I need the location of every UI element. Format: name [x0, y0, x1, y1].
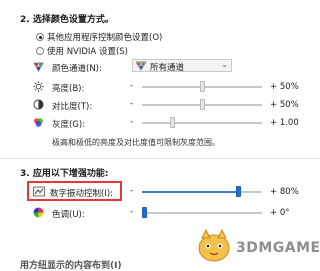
brightness-minus: - [130, 81, 134, 91]
contrast-slider-thumb[interactable] [199, 99, 205, 110]
gamma-track[interactable] [142, 122, 262, 124]
brightness-value: + 50% [270, 82, 299, 92]
vibrance-minus: - [130, 186, 134, 196]
radio-app-controlled-label[interactable]: 其他应用程序控制颜色设置(O) [47, 31, 162, 43]
vibrance-track-fill [142, 191, 238, 193]
hue-track[interactable] [142, 212, 262, 214]
vibrance-label: 数字振动控制(I): [50, 189, 114, 199]
gamma-label: 灰度(G): [52, 120, 86, 130]
brightness-slider-thumb[interactable] [199, 81, 205, 92]
section2-title: 2. 选择颜色设置方式。 [20, 15, 114, 25]
radio-nvidia-settings[interactable] [36, 47, 44, 55]
radio-nvidia-settings-label[interactable]: 使用 NVIDIA 设置(S) [47, 45, 128, 57]
chevron-down-icon: ⌄ [221, 60, 228, 69]
contrast-minus: - [130, 99, 134, 109]
all-channels-icon [136, 61, 146, 71]
color-channel-icon [33, 62, 44, 72]
gamma-minus: - [130, 117, 134, 127]
color-channel-value: 所有通道 [150, 63, 185, 73]
range-note: 极高和极低的亮度及对比度值可限制灰度范围。 [52, 138, 220, 147]
contrast-label: 对比度(T): [52, 102, 93, 112]
mascot-logo [198, 228, 230, 262]
hue-value: + 0° [270, 208, 290, 218]
hue-slider-thumb[interactable] [141, 207, 147, 218]
sun-icon [33, 81, 44, 92]
section3-title: 3. 应用以下增强功能: [20, 169, 109, 179]
hue-wheel-icon [33, 207, 44, 218]
watermark-text: 3DMGAME [236, 240, 320, 256]
rgb-circles-icon [34, 118, 43, 127]
hue-minus: - [130, 207, 134, 217]
hue-label: 色调(U): [52, 210, 85, 220]
radio-app-controlled[interactable] [36, 33, 44, 41]
vibrance-slider-thumb[interactable] [235, 186, 241, 197]
section4-title: 用方纽显示的内容布到(I) [20, 261, 122, 271]
color-channel-label: 颜色通道(N): [52, 64, 102, 74]
vibrance-value: + 80% [270, 187, 299, 197]
vibrance-icon [33, 186, 45, 197]
brightness-label: 亮度(B): [52, 84, 85, 94]
gamma-slider-thumb[interactable] [169, 117, 175, 128]
color-channel-dropdown[interactable]: 所有通道 ⌄ [132, 59, 232, 73]
contrast-icon [33, 99, 44, 110]
contrast-value: + 50% [270, 100, 299, 110]
gamma-value: + 1.00 [270, 118, 299, 128]
section-divider [0, 158, 320, 159]
